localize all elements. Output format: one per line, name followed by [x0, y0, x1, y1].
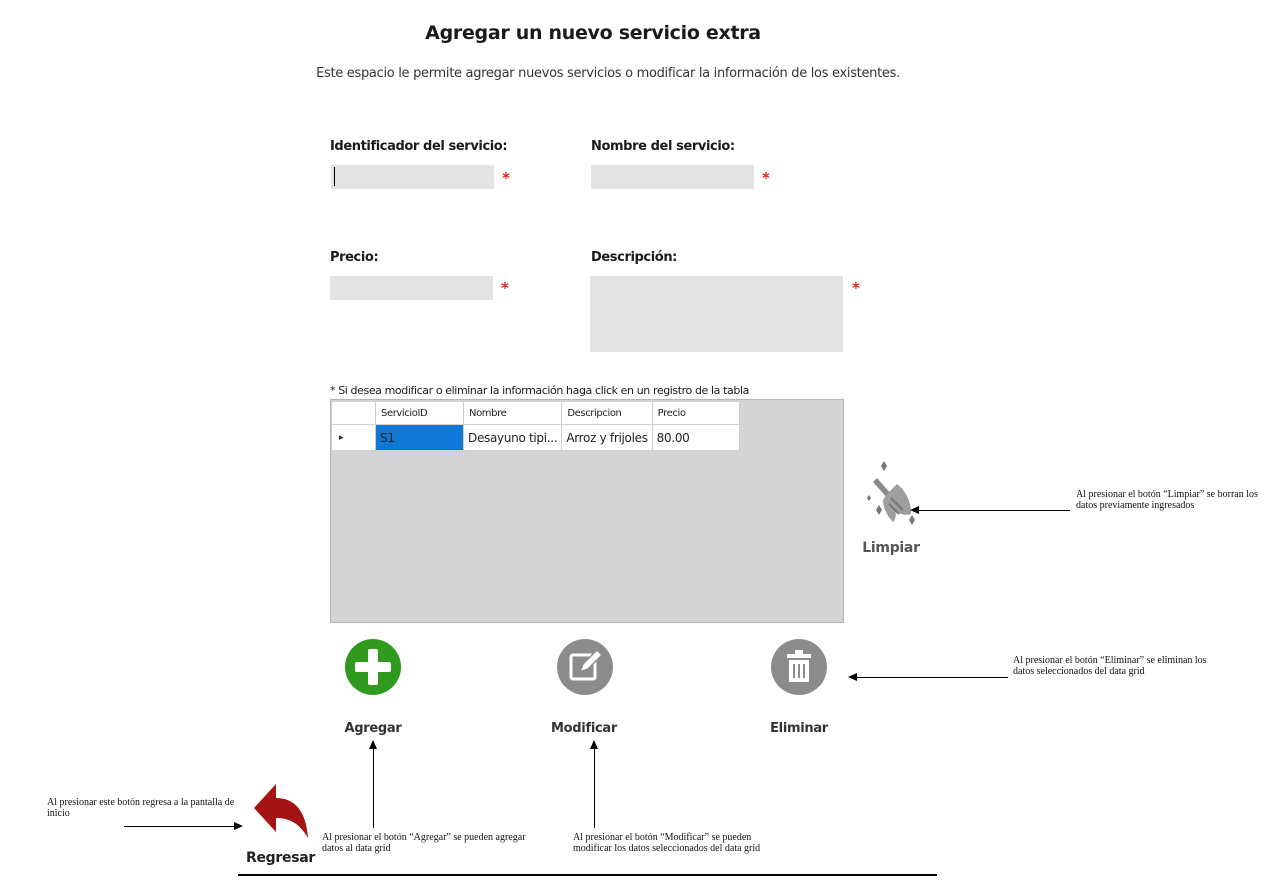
annotation-arrow-line — [594, 748, 595, 828]
required-mark: * — [501, 279, 509, 297]
description-textarea[interactable] — [590, 276, 843, 352]
back-arrow-icon — [254, 784, 308, 838]
service-id-label: Identificador del servicio: — [330, 139, 508, 154]
annotation-limpiar: Al presionar el botón “Limpiar” se borra… — [1076, 489, 1258, 511]
required-mark: * — [762, 169, 770, 187]
regresar-label: Regresar — [246, 850, 315, 866]
data-grid-header: ServicioID Nombre Descripcion Precio — [331, 401, 740, 425]
page-title: Agregar un nuevo servicio extra — [425, 22, 761, 44]
cell-precio[interactable]: 80.00 — [651, 424, 740, 451]
regresar-button[interactable]: Regresar — [246, 780, 315, 872]
price-input[interactable] — [330, 276, 493, 300]
arrow-up-icon — [590, 740, 598, 749]
column-header-servicioid[interactable]: ServicioID — [375, 401, 464, 425]
required-mark: * — [852, 279, 860, 297]
cell-nombre[interactable]: Desayuno tipi... — [462, 424, 563, 451]
table-row[interactable]: ▸ S1 Desayuno tipi... Arroz y frijoles 8… — [331, 424, 740, 451]
service-id-input[interactable] — [331, 165, 494, 189]
description-label: Descripción: — [591, 250, 677, 265]
price-label: Precio: — [330, 250, 379, 265]
eliminar-label: Eliminar — [770, 721, 828, 736]
modificar-button[interactable]: Modificar — [548, 638, 620, 738]
annotation-agregar: Al presionar el botón “Agregar” se puede… — [322, 832, 526, 854]
service-name-input[interactable] — [591, 165, 754, 189]
plus-icon — [345, 639, 401, 695]
agregar-label: Agregar — [344, 721, 402, 736]
arrow-up-icon — [369, 740, 377, 749]
annotation-regresar: Al presionar este botón regresa a la pan… — [47, 797, 235, 819]
cell-descripcion[interactable]: Arroz y frijoles — [561, 424, 653, 451]
arrow-right-icon — [234, 822, 243, 830]
data-grid: ServicioID Nombre Descripcion Precio ▸ S… — [331, 401, 740, 451]
modificar-label: Modificar — [551, 721, 617, 736]
broom-icon — [867, 461, 915, 525]
trash-icon — [771, 639, 827, 695]
limpiar-label: Limpiar — [862, 540, 920, 556]
edit-icon — [557, 639, 613, 695]
agregar-button[interactable]: Agregar — [340, 638, 406, 738]
eliminar-button[interactable]: Eliminar — [765, 638, 833, 738]
annotation-arrow-line — [124, 826, 236, 827]
cell-servicioid[interactable]: S1 — [375, 424, 464, 451]
bottom-divider — [238, 874, 937, 876]
grid-instruction-note: * Si desea modificar o eliminar la infor… — [330, 384, 749, 397]
text-cursor — [334, 167, 335, 186]
service-name-label: Nombre del servicio: — [591, 139, 735, 154]
row-header-corner — [331, 401, 376, 425]
arrow-left-icon — [848, 673, 857, 681]
page-subtitle: Este espacio le permite agregar nuevos s… — [316, 66, 900, 81]
annotation-eliminar: Al presionar el botón “Eliminar” se elim… — [1013, 655, 1207, 677]
annotation-modificar: Al presionar el botón “Modificar” se pue… — [573, 832, 761, 854]
column-header-descripcion[interactable]: Descripcion — [561, 401, 653, 425]
arrow-left-icon — [910, 506, 919, 514]
column-header-nombre[interactable]: Nombre — [462, 401, 563, 425]
required-mark: * — [502, 169, 510, 187]
annotation-arrow-line — [373, 748, 374, 828]
row-selector-icon[interactable]: ▸ — [331, 424, 376, 451]
column-header-precio[interactable]: Precio — [651, 401, 740, 425]
annotation-arrow-line — [856, 677, 1008, 678]
annotation-arrow-line — [917, 510, 1070, 511]
